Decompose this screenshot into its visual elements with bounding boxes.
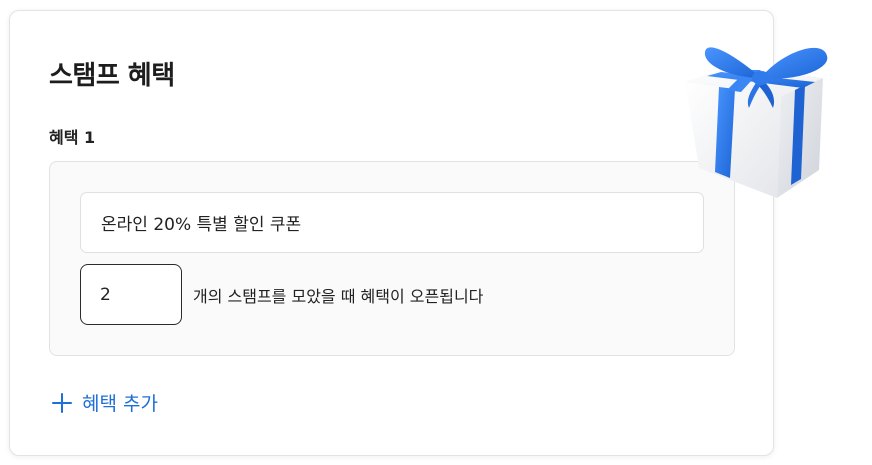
stamp-count-suffix: 개의 스탬프를 모았을 때 혜택이 오픈됩니다 xyxy=(193,287,484,306)
stamp-count-input[interactable]: 2 xyxy=(80,264,182,325)
section-title: 스탬프 혜택 xyxy=(49,61,175,91)
add-benefit-label: 혜택 추가 xyxy=(82,393,158,415)
benefit-item: 온라인 20% 특별 할인 쿠폰 2 개의 스탬프를 모았을 때 혜택이 오픈됩… xyxy=(49,161,735,356)
benefit-label: 혜택 1 xyxy=(49,128,96,147)
add-benefit-button[interactable]: 혜택 추가 xyxy=(51,389,158,416)
stamp-benefit-card: 스탬프 혜택 혜택 1 온라인 20% 특별 할인 쿠폰 2 개의 스탬프를 모… xyxy=(9,10,774,456)
gift-icon xyxy=(685,47,828,198)
benefit-name-value: 온라인 20% 특별 할인 쿠폰 xyxy=(101,215,302,235)
benefit-name-field[interactable]: 온라인 20% 특별 할인 쿠폰 xyxy=(80,192,704,253)
stamp-count-value: 2 xyxy=(100,284,111,305)
plus-icon xyxy=(52,392,72,413)
